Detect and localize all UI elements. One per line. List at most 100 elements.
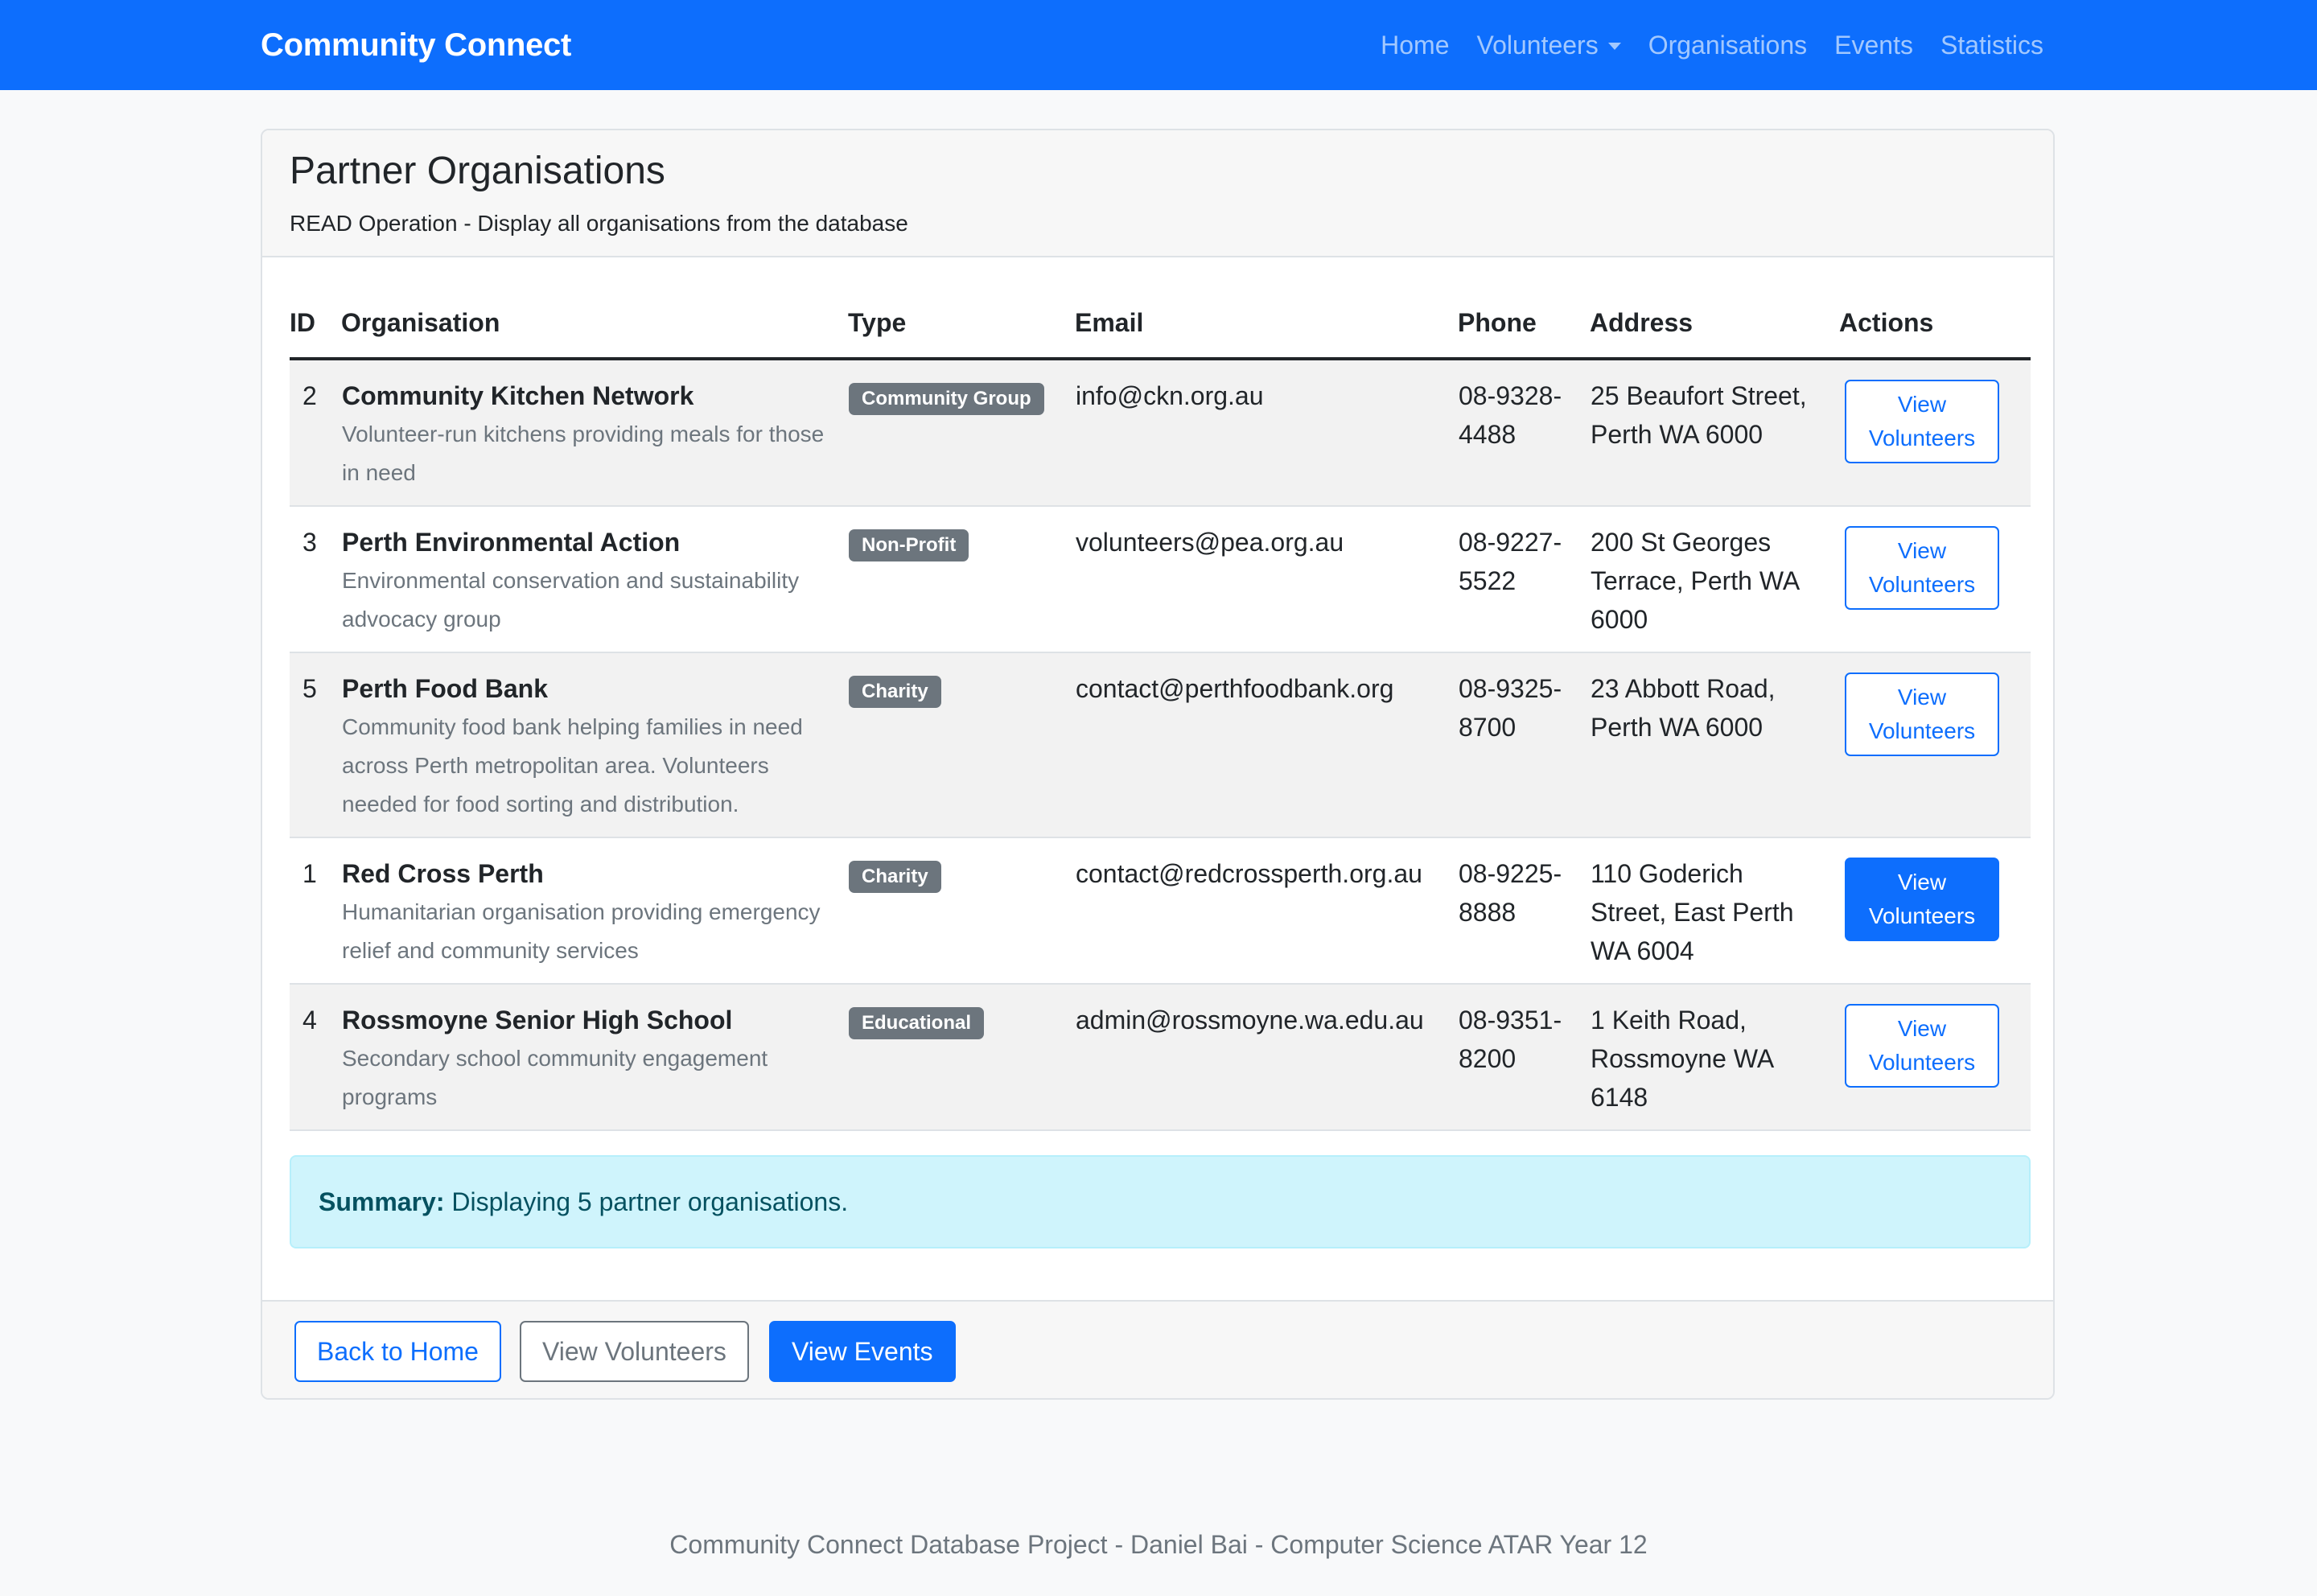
view-volunteers-button[interactable]: View Volunteers [1845,1004,1999,1088]
view-volunteers-label-line2: Volunteers [1868,426,1976,450]
cell-address: 200 St Georges Terrace, Perth WA 6000 [1590,506,1839,653]
cell-organisation: Perth Food Bank Community food bank help… [341,652,848,838]
cell-organisation: Red Cross Perth Humanitarian organisatio… [341,837,848,985]
cell-actions: View Volunteers [1839,506,2031,653]
cell-address: 110 Goderich Street, East Perth WA 6004 [1590,837,1839,985]
type-badge: Educational [849,1007,985,1039]
header-id: ID [290,288,341,360]
view-volunteers-label-line2: Volunteers [1868,572,1976,597]
summary-alert: Summary: Displaying 5 partner organisati… [290,1155,2031,1248]
view-volunteers-label-line1: View [1897,870,1947,895]
org-name: Red Cross Perth [342,859,544,888]
org-name: Community Kitchen Network [342,381,694,410]
table-header-row: ID Organisation Type Email Phone Address… [290,288,2031,360]
view-volunteers-button-active[interactable]: View Volunteers [1845,858,1999,941]
org-name: Rossmoyne Senior High School [342,1006,733,1035]
view-volunteers-label-line1: View [1897,1016,1947,1041]
nav-link-volunteers-label: Volunteers [1476,30,1599,60]
header-phone: Phone [1458,288,1590,360]
brand-link[interactable]: Community Connect [261,0,571,90]
cell-organisation: Perth Environmental Action Environmental… [341,506,848,653]
cell-id: 2 [290,359,341,507]
nav-link-home[interactable]: Home [1381,31,1449,60]
card-header: Partner Organisations READ Operation - D… [262,130,2053,257]
nav-links: Home Volunteers Organisations Events Sta… [1381,0,2043,90]
type-badge: Non-Profit [849,529,969,561]
cell-phone: 08-9225-8888 [1458,837,1590,985]
table-row: 1 Red Cross Perth Humanitarian organisat… [290,837,2031,985]
cell-id: 3 [290,506,341,653]
cell-email: contact@redcrossperth.org.au [1075,837,1458,985]
view-volunteers-label-line1: View [1897,685,1947,710]
type-badge: Charity [849,676,941,708]
view-volunteers-button[interactable]: View Volunteers [1845,380,1999,463]
view-volunteers-label-line1: View [1897,538,1947,563]
caret-down-icon [1607,42,1621,50]
cell-address: 23 Abbott Road, Perth WA 6000 [1590,652,1839,838]
view-volunteers-label-line2: Volunteers [1868,718,1976,743]
cell-type: Educational [848,984,1075,1131]
org-description: Environmental conservation and sustainab… [342,568,800,631]
cell-type: Community Group [848,359,1075,507]
org-description: Volunteer-run kitchens providing meals f… [342,422,825,485]
page-subtitle: READ Operation - Display all organisatio… [290,211,908,236]
org-description: Secondary school community engagement pr… [342,1046,768,1109]
cell-actions: View Volunteers [1839,359,2031,507]
cell-phone: 08-9328-4488 [1458,359,1590,507]
back-to-home-button[interactable]: Back to Home [294,1321,501,1382]
org-description: Humanitarian organisation providing emer… [342,899,821,963]
view-volunteers-button[interactable]: View Volunteers [1845,673,1999,756]
table-row: 4 Rossmoyne Senior High School Secondary… [290,984,2031,1131]
page-title: Partner Organisations [290,150,665,192]
view-volunteers-label-line1: View [1897,392,1947,417]
header-email: Email [1075,288,1458,360]
header-organisation: Organisation [341,288,848,360]
cell-address: 1 Keith Road, Rossmoyne WA 6148 [1590,984,1839,1131]
cell-organisation: Rossmoyne Senior High School Secondary s… [341,984,848,1131]
nav-link-events-label: Events [1834,30,1913,60]
top-navbar: Community Connect Home Volunteers Organi… [0,0,2317,90]
view-volunteers-button[interactable]: View Volunteers [1845,526,1999,610]
nav-link-organisations[interactable]: Organisations [1648,31,1807,60]
cell-phone: 08-9351-8200 [1458,984,1590,1131]
org-description: Community food bank helping families in … [342,714,803,817]
cell-organisation: Community Kitchen Network Volunteer-run … [341,359,848,507]
view-events-button[interactable]: View Events [769,1321,956,1382]
type-badge: Charity [849,861,941,893]
header-address: Address [1590,288,1839,360]
card-footer: Back to Home View Volunteers View Events [262,1300,2053,1398]
organisations-table: ID Organisation Type Email Phone Address… [290,288,2031,1131]
summary-text: Displaying 5 partner organisations. [444,1187,849,1216]
nav-link-events[interactable]: Events [1834,31,1913,60]
cell-type: Charity [848,837,1075,985]
nav-link-statistics[interactable]: Statistics [1940,31,2043,60]
page-footer: Community Connect Database Project - Dan… [669,1530,1648,1559]
header-actions: Actions [1839,288,2031,360]
cell-actions: View Volunteers [1839,984,2031,1131]
org-name: Perth Environmental Action [342,528,681,557]
org-name: Perth Food Bank [342,674,549,703]
view-volunteers-label-line2: Volunteers [1868,903,1976,928]
cell-actions: View Volunteers [1839,837,2031,985]
nav-link-home-label: Home [1381,30,1450,60]
cell-id: 4 [290,984,341,1131]
table-row: 5 Perth Food Bank Community food bank he… [290,652,2031,838]
header-type: Type [848,288,1075,360]
nav-dropdown-volunteers[interactable]: Volunteers [1476,30,1621,60]
nav-link-organisations-label: Organisations [1648,30,1808,60]
nav-link-statistics-label: Statistics [1940,30,2043,60]
cell-email: info@ckn.org.au [1075,359,1458,507]
cell-type: Non-Profit [848,506,1075,653]
cell-actions: View Volunteers [1839,652,2031,838]
cell-email: admin@rossmoyne.wa.edu.au [1075,984,1458,1131]
cell-email: contact@perthfoodbank.org [1075,652,1458,838]
table-row: 2 Community Kitchen Network Volunteer-ru… [290,359,2031,507]
cell-email: volunteers@pea.org.au [1075,506,1458,653]
view-volunteers-footer-button[interactable]: View Volunteers [520,1321,749,1382]
cell-type: Charity [848,652,1075,838]
type-badge: Community Group [849,383,1044,415]
organisations-card: Partner Organisations READ Operation - D… [261,129,2055,1400]
cell-id: 1 [290,837,341,985]
cell-phone: 08-9325-8700 [1458,652,1590,838]
view-volunteers-label-line2: Volunteers [1868,1050,1976,1075]
